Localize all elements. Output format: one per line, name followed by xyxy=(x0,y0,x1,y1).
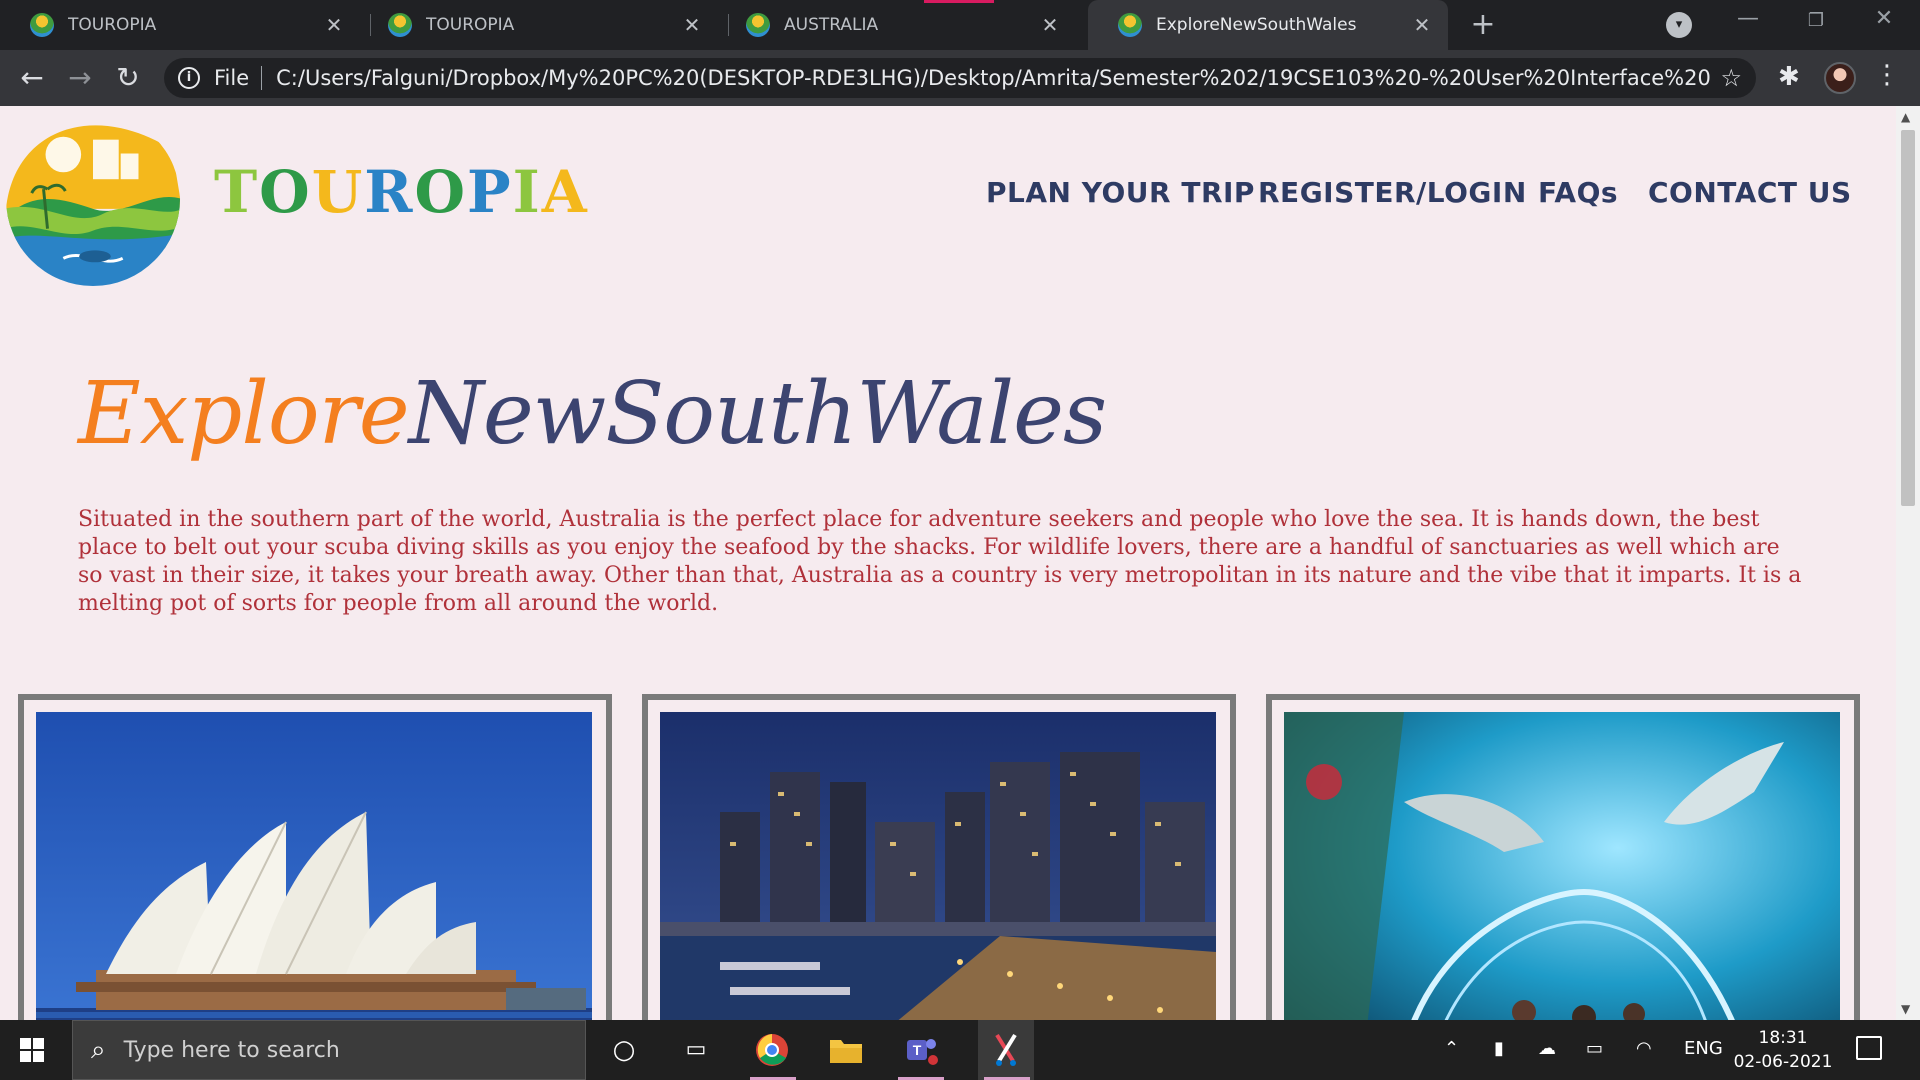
window-close-button[interactable]: ✕ xyxy=(1864,6,1904,31)
cortana-icon[interactable]: ○ xyxy=(604,1030,644,1070)
forward-button[interactable]: → xyxy=(62,60,98,96)
tab-title: ExploreNewSouthWales xyxy=(1156,15,1357,35)
browser-menu-icon[interactable]: ⋮ xyxy=(1874,60,1900,90)
touropia-favicon-icon xyxy=(388,13,412,37)
touropia-favicon-icon xyxy=(30,13,54,37)
teams-logo-graphic: T xyxy=(907,1039,938,1065)
brand-letter: U xyxy=(311,158,365,226)
input-language[interactable]: ENG xyxy=(1684,1038,1723,1059)
minimize-button[interactable]: — xyxy=(1728,6,1768,31)
darling-harbour-night-photo xyxy=(660,712,1216,1020)
tab-title: TOUROPIA xyxy=(68,15,157,35)
profile-avatar[interactable] xyxy=(1824,62,1856,94)
page-title: ExploreNewSouthWales xyxy=(78,364,1108,464)
restore-button[interactable]: ❐ xyxy=(1796,10,1836,31)
bookmark-star-icon[interactable]: ☆ xyxy=(1720,64,1742,92)
brand-letter: O xyxy=(259,158,312,226)
windows-taskbar: ⌕ Type here to search ○ ▭ T ⌃ ▮ ☁ ▭ ◠ EN… xyxy=(0,1020,1920,1080)
brand-letter: R xyxy=(364,158,415,226)
brand-letter: P xyxy=(467,158,513,226)
site-info-icon[interactable]: i xyxy=(178,67,200,89)
tab-close-icon[interactable]: ✕ xyxy=(1410,13,1434,37)
brand-letter: A xyxy=(541,158,589,226)
page-title-nsw: NewSouthWales xyxy=(408,364,1108,464)
microphone-icon[interactable]: ▮ xyxy=(1494,1038,1504,1059)
nav-contact-us[interactable]: CONTACT US xyxy=(1648,176,1852,209)
aquarium-shark-tunnel-photo xyxy=(1284,712,1840,1020)
extensions-puzzle-icon[interactable]: ✱ xyxy=(1778,62,1800,92)
tab-australia[interactable]: AUSTRALIA ✕ xyxy=(716,0,1076,50)
tab-search-button[interactable]: ▾ xyxy=(1666,12,1692,38)
tab-touropia-1[interactable]: TOUROPIA ✕ xyxy=(0,0,360,50)
nav-plan-your-trip[interactable]: PLAN YOUR TRIP xyxy=(986,176,1255,209)
tab-close-icon[interactable]: ✕ xyxy=(680,13,704,37)
system-clock[interactable]: 18:31 02-06-2021 xyxy=(1718,1026,1848,1074)
tab-strip: TOUROPIA ✕ TOUROPIA ✕ AUSTRALIA ✕ Explor… xyxy=(0,0,1920,50)
action-center-icon[interactable] xyxy=(1856,1036,1882,1060)
tab-explore-nsw[interactable]: ExploreNewSouthWales ✕ xyxy=(1088,0,1448,50)
onedrive-cloud-icon[interactable]: ☁ xyxy=(1538,1038,1556,1059)
tab-close-icon[interactable]: ✕ xyxy=(1038,13,1062,37)
tab-touropia-2[interactable]: TOUROPIA ✕ xyxy=(358,0,718,50)
scroll-down-arrow-icon[interactable]: ▼ xyxy=(1901,1002,1910,1016)
snip-graphic xyxy=(995,1033,1017,1066)
clock-time: 18:31 xyxy=(1758,1028,1808,1048)
brand-letter: T xyxy=(214,158,260,226)
address-url[interactable]: C:/Users/Falguni/Dropbox/My%20PC%20(DESK… xyxy=(276,66,1710,90)
tab-audio-indicator xyxy=(924,0,994,3)
sydney-opera-house-photo xyxy=(36,712,592,1020)
taskbar-search-placeholder: Type here to search xyxy=(123,1037,340,1063)
destination-card-aquarium[interactable] xyxy=(1266,694,1860,1020)
taskbar-search-box[interactable]: ⌕ Type here to search xyxy=(72,1020,586,1080)
chrome-logo-graphic xyxy=(756,1034,788,1066)
address-divider xyxy=(261,66,263,90)
page-title-explore: Explore xyxy=(78,364,410,464)
wifi-icon[interactable]: ◠ xyxy=(1636,1038,1652,1059)
windows-start-icon[interactable] xyxy=(20,1038,44,1062)
snipping-tool-icon[interactable] xyxy=(978,1020,1034,1080)
show-hidden-icons-chevron-icon[interactable]: ⌃ xyxy=(1444,1038,1459,1059)
task-view-icon[interactable]: ▭ xyxy=(676,1030,716,1070)
tab-close-icon[interactable]: ✕ xyxy=(322,13,346,37)
reload-button[interactable]: ↻ xyxy=(110,60,146,96)
svg-text:T: T xyxy=(913,1042,922,1058)
search-icon: ⌕ xyxy=(91,1034,106,1065)
intro-paragraph: Situated in the southern part of the wor… xyxy=(78,507,1802,616)
folder-graphic xyxy=(830,1040,862,1063)
teams-icon[interactable]: T xyxy=(902,1030,942,1070)
destination-card-opera-house[interactable] xyxy=(18,694,612,1020)
tab-title: AUSTRALIA xyxy=(784,15,879,35)
touropia-favicon-icon xyxy=(1118,13,1142,37)
nav-register-login[interactable]: REGISTER/LOGIN xyxy=(1258,176,1527,209)
battery-icon[interactable]: ▭ xyxy=(1586,1038,1603,1059)
brand-letter: I xyxy=(512,158,542,226)
file-explorer-icon[interactable] xyxy=(826,1030,866,1070)
browser-toolbar: ← → ↻ i File C:/Users/Falguni/Dropbox/My… xyxy=(0,50,1920,106)
address-scheme-label: File xyxy=(214,66,250,90)
destination-card-darling-harbour[interactable] xyxy=(642,694,1236,1020)
scroll-up-arrow-icon[interactable]: ▲ xyxy=(1901,110,1910,124)
page-viewport: TOUROPIA PLAN YOUR TRIP REGISTER/LOGIN F… xyxy=(0,106,1896,1020)
address-bar[interactable]: i File C:/Users/Falguni/Dropbox/My%20PC%… xyxy=(164,58,1756,98)
touropia-logo xyxy=(5,111,181,287)
back-button[interactable]: ← xyxy=(14,60,50,96)
touropia-favicon-icon xyxy=(746,13,770,37)
tab-title: TOUROPIA xyxy=(426,15,515,35)
clock-date: 02-06-2021 xyxy=(1733,1052,1833,1072)
brand-letter: O xyxy=(414,158,468,226)
new-tab-button[interactable]: + xyxy=(1466,8,1500,42)
nav-faqs[interactable]: FAQs xyxy=(1538,176,1618,209)
chrome-icon[interactable] xyxy=(752,1030,792,1070)
page-scrollbar[interactable]: ▲ ▼ xyxy=(1896,106,1920,1020)
touropia-wordmark[interactable]: TOUROPIA xyxy=(214,158,589,226)
scrollbar-thumb[interactable] xyxy=(1901,130,1915,506)
